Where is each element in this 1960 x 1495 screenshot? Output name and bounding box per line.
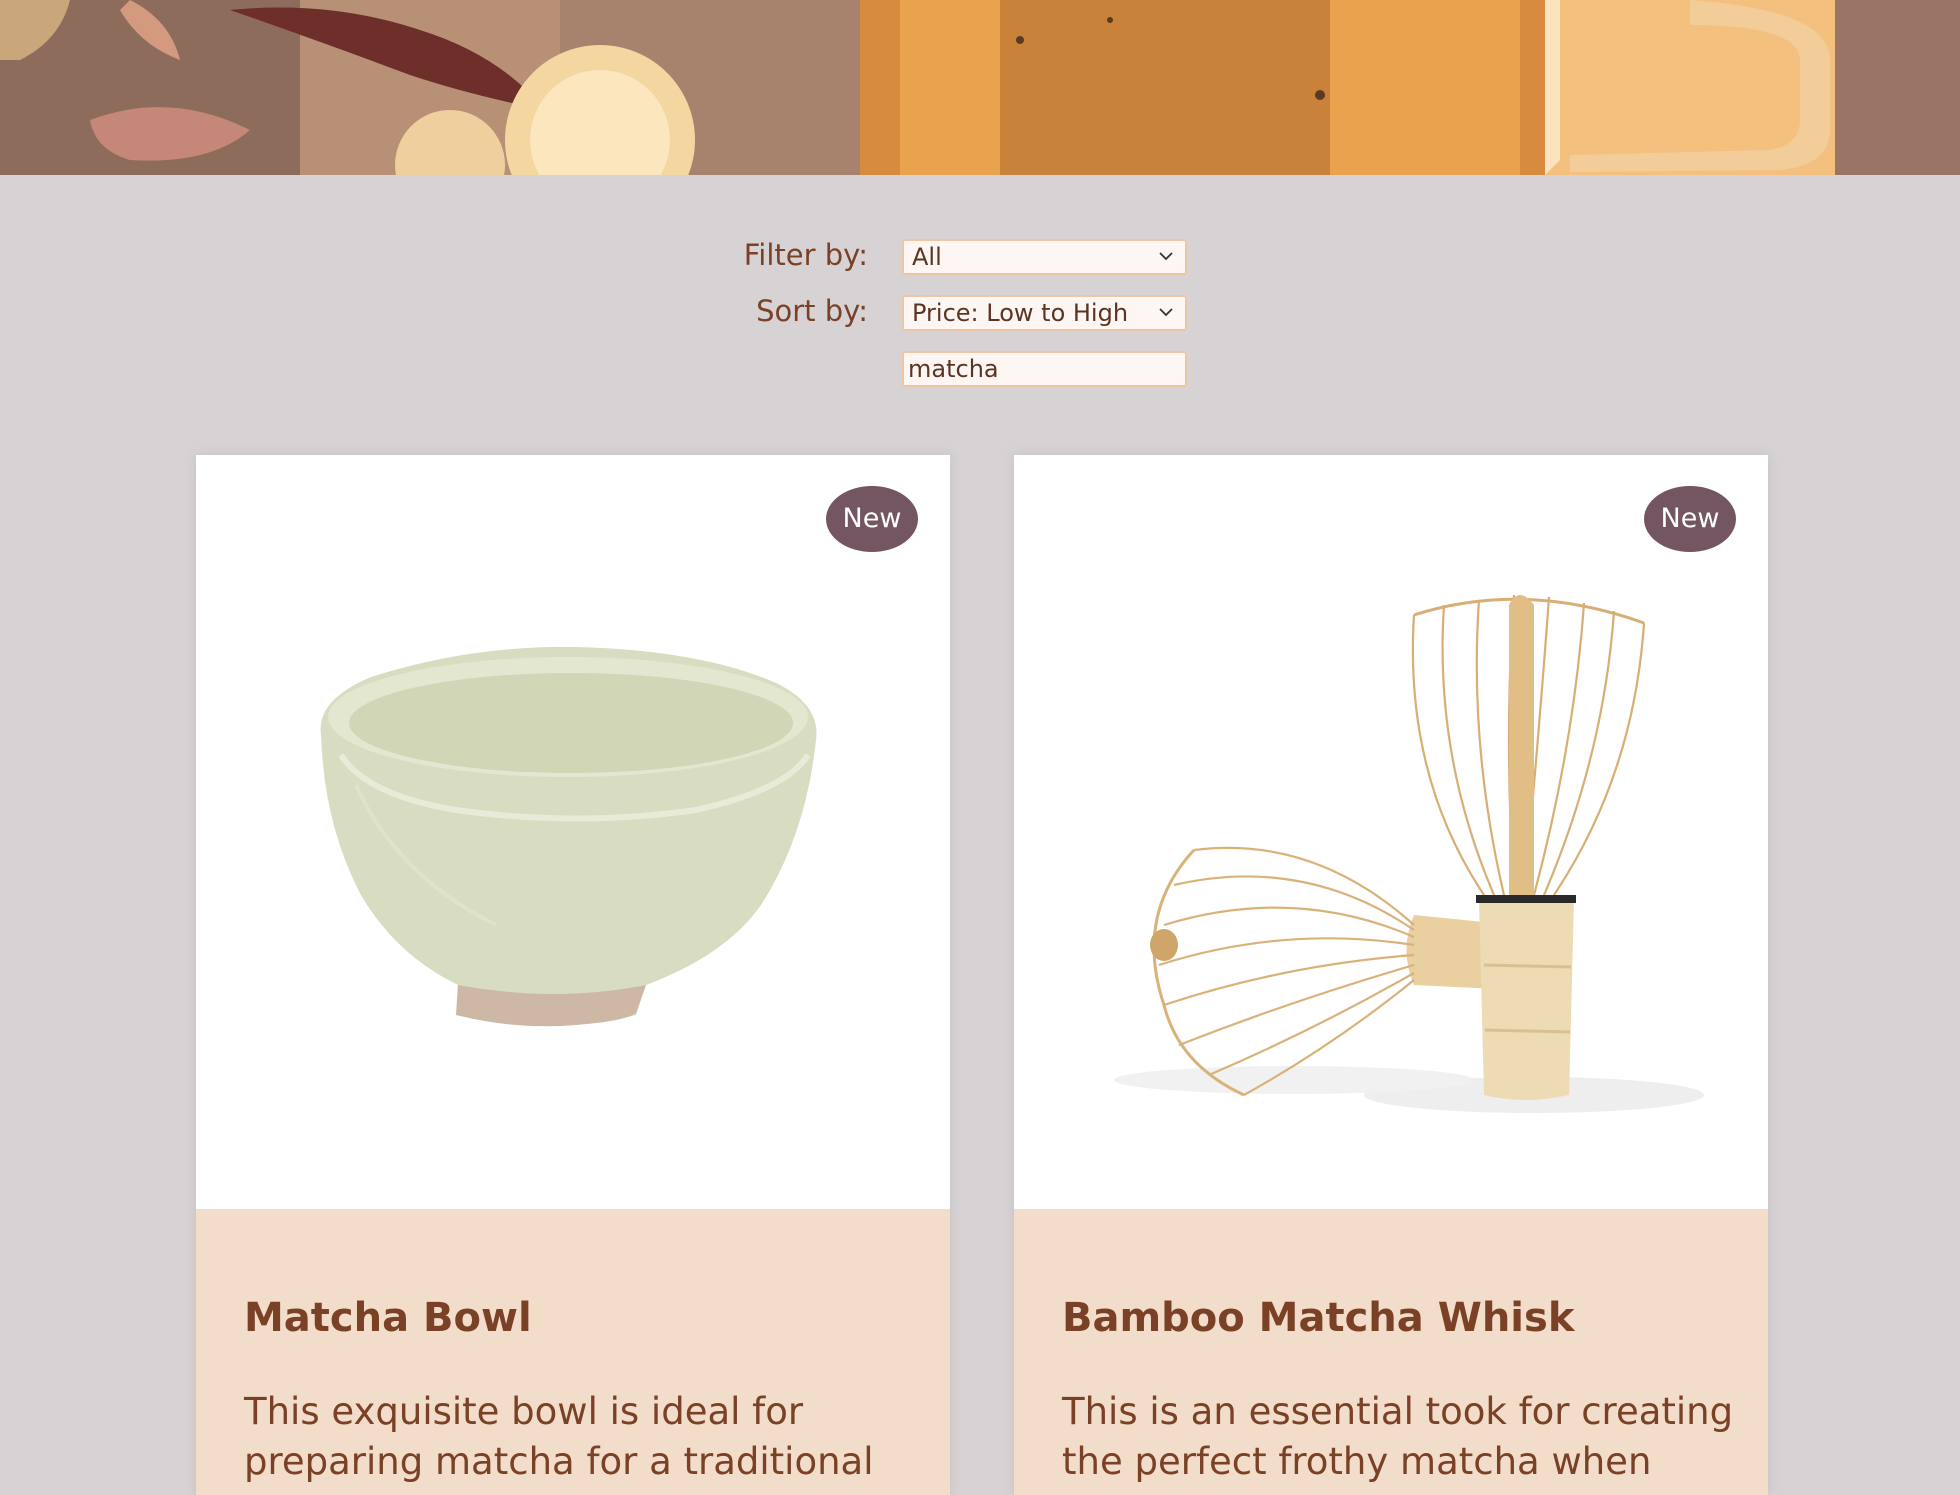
header-banner-image: [0, 0, 1960, 175]
filter-label: Filter by:: [743, 238, 868, 272]
product-image-matcha-bowl[interactable]: New: [196, 455, 950, 1209]
product-title[interactable]: Bamboo Matcha Whisk: [1062, 1295, 1574, 1341]
new-badge: New: [826, 486, 918, 552]
filter-row: Filter by: All: [0, 236, 1960, 275]
sort-select[interactable]: Price: Low to High: [902, 295, 1187, 331]
chevron-down-icon: [1159, 308, 1173, 317]
filter-select[interactable]: All: [902, 239, 1187, 275]
product-description: This is an essential took for creating t…: [1062, 1390, 1734, 1483]
filter-select-value: All: [912, 243, 942, 271]
search-input[interactable]: matcha: [902, 351, 1187, 387]
sort-select-value: Price: Low to High: [912, 299, 1129, 327]
product-card[interactable]: New Matcha Bowl This exquisite bowl is i…: [196, 455, 950, 1495]
sort-label: Sort by:: [756, 294, 868, 328]
product-image-bamboo-whisk[interactable]: New: [1014, 455, 1768, 1209]
search-row: matcha: [0, 348, 1960, 387]
product-title[interactable]: Matcha Bowl: [244, 1295, 532, 1341]
sort-row: Sort by: Price: Low to High: [0, 292, 1960, 331]
product-description: This exquisite bowl is ideal for prepari…: [244, 1390, 874, 1483]
product-card[interactable]: New Bamboo Matcha Whisk This is an essen…: [1014, 455, 1768, 1495]
new-badge: New: [1644, 486, 1736, 552]
chevron-down-icon: [1159, 252, 1173, 261]
